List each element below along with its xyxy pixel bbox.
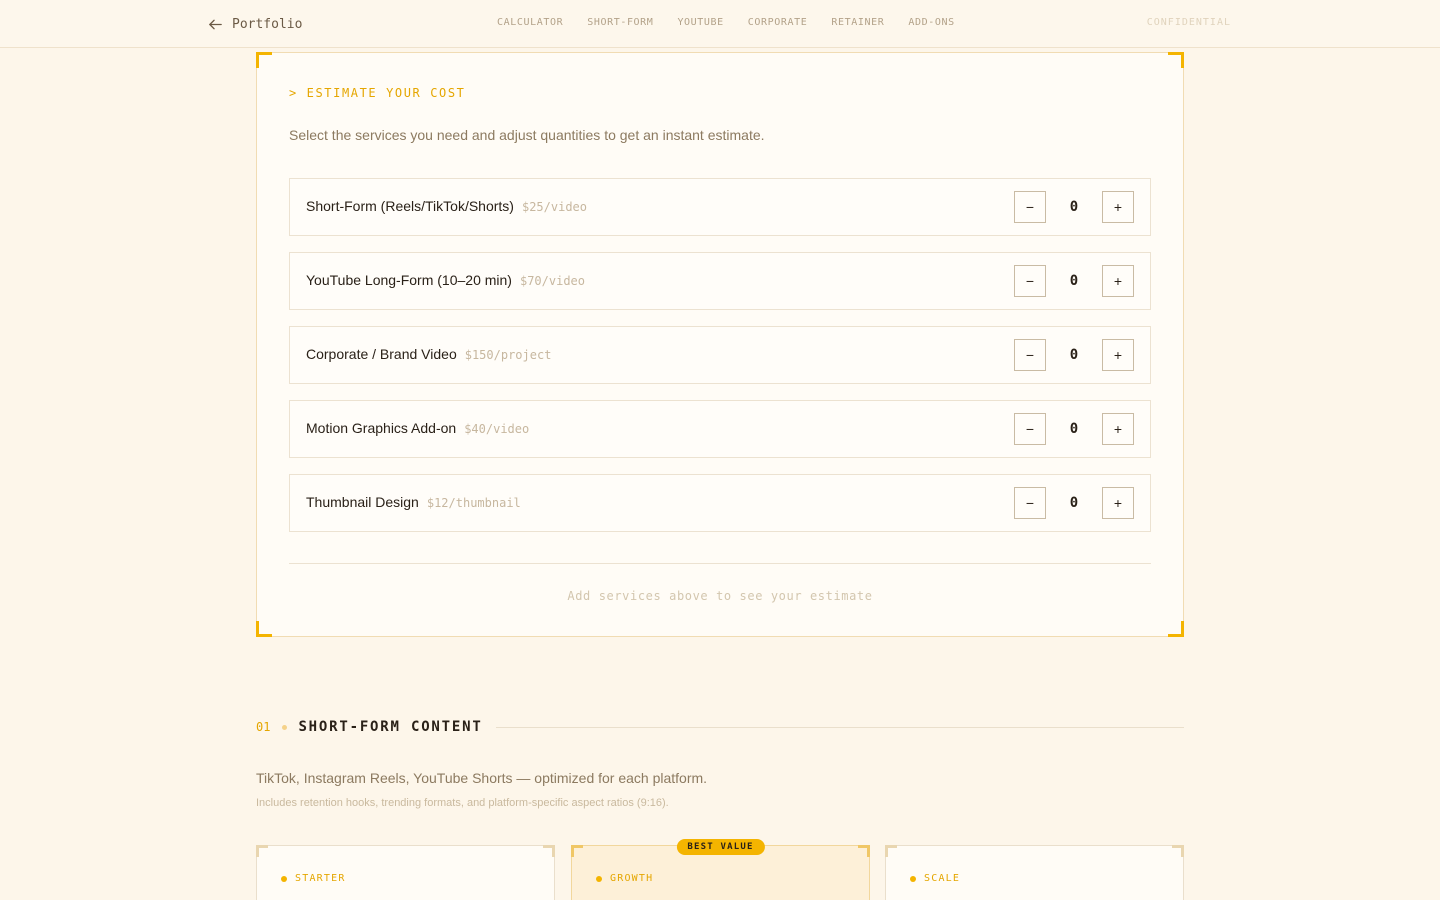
increment-button[interactable]: + <box>1102 487 1134 519</box>
increment-button[interactable]: + <box>1102 339 1134 371</box>
tier-dot <box>596 875 602 882</box>
increment-button[interactable]: + <box>1102 413 1134 445</box>
cost-calculator: > ESTIMATE YOUR COST Select the services… <box>256 52 1184 637</box>
nav-link-short-form[interactable]: SHORT-FORM <box>587 17 653 28</box>
corner-accent <box>1168 621 1184 637</box>
tier-name: SCALE <box>924 873 961 884</box>
service-name: Thumbnail Design <box>306 494 419 510</box>
nav-link-calculator[interactable]: CALCULATOR <box>497 17 563 28</box>
arrow-left-icon <box>209 19 222 29</box>
section-dot <box>282 724 288 730</box>
corner-accent <box>571 845 583 857</box>
nav-link-youtube[interactable]: YOUTUBE <box>677 17 723 28</box>
back-to-portfolio-link[interactable]: Portfolio <box>207 14 302 34</box>
corner-accent <box>256 621 272 637</box>
tier-label: STARTER <box>281 873 346 884</box>
service-row-thumbnail: Thumbnail Design $12/thumbnail − 0 + <box>289 474 1151 532</box>
tier-dot <box>281 875 287 882</box>
quantity-value: 0 <box>1069 421 1079 437</box>
quantity-value: 0 <box>1069 495 1079 511</box>
nav-link-retainer[interactable]: RETAINER <box>831 17 884 28</box>
increment-button[interactable]: + <box>1102 191 1134 223</box>
service-row-youtube-long-form: YouTube Long-Form (10–20 min) $70/video … <box>289 252 1151 310</box>
service-name: Short-Form (Reels/TikTok/Shorts) <box>306 198 514 214</box>
quantity-stepper: − 0 + <box>1014 413 1134 445</box>
service-rate: $70/video <box>519 274 585 288</box>
decrement-button[interactable]: − <box>1014 487 1046 519</box>
service-row-corporate: Corporate / Brand Video $150/project − 0… <box>289 326 1151 384</box>
service-row-motion-graphics: Motion Graphics Add-on $40/video − 0 + <box>289 400 1151 458</box>
service-name: YouTube Long-Form (10–20 min) <box>306 272 512 288</box>
calculator-description: Select the services you need and adjust … <box>289 127 765 143</box>
pricing-tier-starter[interactable]: STARTER <box>256 845 555 900</box>
corner-accent <box>885 845 897 857</box>
corner-accent <box>256 52 272 68</box>
section-note: Includes retention hooks, trending forma… <box>256 797 669 809</box>
corner-accent <box>1168 52 1184 68</box>
section-title: SHORT-FORM CONTENT <box>298 719 483 735</box>
service-rate: $40/video <box>464 422 530 436</box>
tier-dot <box>910 875 916 882</box>
confidential-label: CONFIDENTIAL <box>1146 17 1231 28</box>
quantity-stepper: − 0 + <box>1014 487 1134 519</box>
corner-accent <box>1172 845 1184 857</box>
decrement-button[interactable]: − <box>1014 265 1046 297</box>
quantity-stepper: − 0 + <box>1014 339 1134 371</box>
tier-name: GROWTH <box>610 873 654 884</box>
quantity-stepper: − 0 + <box>1014 265 1134 297</box>
increment-button[interactable]: + <box>1102 265 1134 297</box>
decrement-button[interactable]: − <box>1014 413 1046 445</box>
corner-accent <box>256 845 268 857</box>
service-rate: $25/video <box>521 200 587 214</box>
section-description: TikTok, Instagram Reels, YouTube Shorts … <box>256 770 708 786</box>
calculator-eyebrow: > ESTIMATE YOUR COST <box>289 86 466 100</box>
corner-accent <box>858 845 870 857</box>
divider <box>289 563 1151 564</box>
best-value-badge: BEST VALUE <box>676 839 765 855</box>
service-label: Thumbnail Design $12/thumbnail <box>306 494 521 510</box>
decrement-button[interactable]: − <box>1014 339 1046 371</box>
nav-link-corporate[interactable]: CORPORATE <box>748 17 808 28</box>
tier-label: SCALE <box>910 873 960 884</box>
service-name: Motion Graphics Add-on <box>306 420 457 436</box>
nav-link-add-ons[interactable]: ADD-ONS <box>908 17 954 28</box>
decrement-button[interactable]: − <box>1014 191 1046 223</box>
quantity-value: 0 <box>1069 273 1079 289</box>
tier-name: STARTER <box>295 873 346 884</box>
top-nav: Portfolio CALCULATOR SHORT-FORM YOUTUBE … <box>0 0 1440 48</box>
tier-label: GROWTH <box>596 873 653 884</box>
service-label: Corporate / Brand Video $150/project <box>306 346 551 362</box>
section-divider <box>495 726 1184 728</box>
service-rate: $150/project <box>464 348 552 362</box>
service-label: Motion Graphics Add-on $40/video <box>306 420 529 436</box>
service-name: Corporate / Brand Video <box>306 346 457 362</box>
section-header: 01 SHORT-FORM CONTENT <box>256 718 1184 736</box>
corner-accent <box>543 845 555 857</box>
section-nav: CALCULATOR SHORT-FORM YOUTUBE CORPORATE … <box>497 17 955 28</box>
service-label: Short-Form (Reels/TikTok/Shorts) $25/vid… <box>306 198 587 214</box>
service-label: YouTube Long-Form (10–20 min) $70/video <box>306 272 585 288</box>
quantity-value: 0 <box>1069 347 1079 363</box>
quantity-value: 0 <box>1069 199 1079 215</box>
estimate-empty-message: Add services above to see your estimate <box>567 589 873 603</box>
quantity-stepper: − 0 + <box>1014 191 1134 223</box>
section-number: 01 <box>256 720 271 734</box>
service-row-short-form: Short-Form (Reels/TikTok/Shorts) $25/vid… <box>289 178 1151 236</box>
back-label: Portfolio <box>232 16 303 32</box>
pricing-tier-scale[interactable]: SCALE <box>885 845 1184 900</box>
pricing-tier-growth[interactable]: BEST VALUE GROWTH <box>571 839 870 900</box>
service-rate: $12/thumbnail <box>426 496 521 510</box>
